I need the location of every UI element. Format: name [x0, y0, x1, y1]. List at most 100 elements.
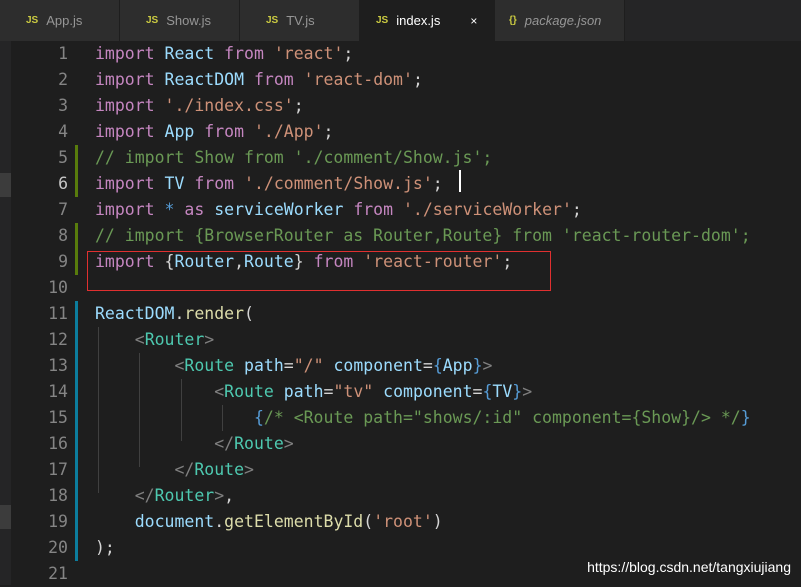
json-file-icon: {}: [509, 15, 517, 26]
identifier: React: [165, 44, 215, 63]
identifier: TV: [492, 382, 512, 401]
jsx-tag-name: Router: [145, 330, 205, 349]
jsx-tag-name: Route: [184, 356, 234, 375]
code-line-current: 6 import TV from './comment/Show.js';: [0, 171, 801, 197]
string-literal: "/": [294, 356, 324, 375]
jsx-brace: }: [473, 356, 483, 375]
tag-bracket: </: [214, 434, 234, 453]
tab-label: index.js: [396, 13, 440, 28]
punctuation: ): [433, 512, 443, 531]
identifier: ReactDOM: [95, 304, 174, 323]
code-text: import './index.css';: [95, 93, 304, 119]
git-modified-marker: [75, 327, 78, 353]
keyword: as: [184, 200, 204, 219]
string-literal: "tv": [333, 382, 373, 401]
code-text: // import {BrowserRouter as Router,Route…: [95, 223, 751, 249]
jsx-brace: }: [741, 408, 751, 427]
line-number: 2: [8, 67, 68, 93]
git-added-marker: [75, 223, 78, 249]
code-line: 7 import * as serviceWorker from './serv…: [0, 197, 801, 223]
tab-tv-js[interactable]: JS TV.js: [240, 0, 360, 41]
javascript-file-icon: JS: [26, 15, 38, 26]
code-text: <Router>: [95, 327, 214, 353]
jsx-brace: {: [482, 382, 492, 401]
line-number: 6: [8, 171, 68, 197]
keyword: import: [95, 44, 155, 63]
tag-bracket: >: [244, 460, 254, 479]
code-line: 18 </Router>,: [0, 483, 801, 509]
code-text: import * as serviceWorker from './servic…: [95, 197, 582, 223]
keyword: from: [224, 44, 264, 63]
code-line: 1 import React from 'react';: [0, 41, 801, 67]
punctuation: =: [324, 382, 334, 401]
git-modified-marker: [75, 431, 78, 457]
string-literal: './serviceWorker': [403, 200, 572, 219]
watermark-text: https://blog.csdn.net/tangxiujiang: [587, 559, 791, 575]
string-literal: './comment/Show.js': [244, 174, 433, 193]
identifier: document: [135, 512, 214, 531]
code-line: 20 );: [0, 535, 801, 561]
tag-bracket: >: [483, 356, 493, 375]
code-line: 14 <Route path="tv" component={TV}>: [0, 379, 801, 405]
tab-show-js[interactable]: JS Show.js: [120, 0, 240, 41]
comment: // import Show from './comment/Show.js';: [95, 148, 492, 167]
keyword: import: [95, 174, 155, 193]
line-number: 8: [8, 223, 68, 249]
tab-app-js[interactable]: JS App.js: [0, 0, 120, 41]
code-line: 19 document.getElementById('root'): [0, 509, 801, 535]
git-added-marker: [75, 145, 78, 171]
jsx-attribute: component: [333, 356, 422, 375]
tag-bracket: >: [204, 330, 214, 349]
line-number: 12: [8, 327, 68, 353]
punctuation: ;: [324, 122, 334, 141]
jsx-brace: {: [433, 356, 443, 375]
punctuation: (: [363, 512, 373, 531]
code-editor[interactable]: 1 import React from 'react'; 2 import Re…: [0, 41, 801, 585]
keyword: from: [254, 70, 294, 89]
jsx-tag-name: Router: [155, 486, 215, 505]
tab-label: Show.js: [166, 13, 211, 28]
identifier: ReactDOM: [165, 70, 244, 89]
tab-index-js[interactable]: JS index.js ×: [360, 0, 495, 41]
tab-label: App.js: [46, 13, 82, 28]
code-line: 3 import './index.css';: [0, 93, 801, 119]
comment: // import {BrowserRouter as Router,Route…: [95, 226, 751, 245]
line-number: 19: [8, 509, 68, 535]
jsx-tag-name: Route: [194, 460, 244, 479]
git-modified-marker: [75, 405, 78, 431]
code-text: </Router>,: [95, 483, 234, 509]
punctuation: .: [214, 512, 224, 531]
keyword: import: [95, 122, 155, 141]
line-number: 3: [8, 93, 68, 119]
line-number: 4: [8, 119, 68, 145]
punctuation: =: [423, 356, 433, 375]
code-text: import React from 'react';: [95, 41, 353, 67]
code-text: ReactDOM.render(: [95, 301, 254, 327]
tab-label: TV.js: [286, 13, 314, 28]
code-line: 12 <Router>: [0, 327, 801, 353]
punctuation: ;: [572, 200, 582, 219]
keyword: import: [95, 96, 155, 115]
identifier: App: [443, 356, 473, 375]
git-modified-marker: [75, 535, 78, 561]
git-modified-marker: [75, 509, 78, 535]
tab-package-json[interactable]: {} package.json: [495, 0, 625, 41]
close-tab-icon[interactable]: ×: [470, 14, 477, 28]
line-number: 9: [8, 249, 68, 275]
line-number: 1: [8, 41, 68, 67]
git-modified-marker: [75, 483, 78, 509]
javascript-file-icon: JS: [146, 15, 158, 26]
tag-bracket: <: [214, 382, 224, 401]
code-text: );: [95, 535, 115, 561]
punctuation: =: [473, 382, 483, 401]
punctuation: ;: [433, 174, 443, 193]
operator: *: [165, 200, 175, 219]
punctuation: ;: [343, 44, 353, 63]
code-line: 17 </Route>: [0, 457, 801, 483]
tag-bracket: >: [284, 434, 294, 453]
code-line: 8 // import {BrowserRouter as Router,Rou…: [0, 223, 801, 249]
line-number: 18: [8, 483, 68, 509]
code-text: import TV from './comment/Show.js';: [95, 171, 443, 197]
code-line: 2 import ReactDOM from 'react-dom';: [0, 67, 801, 93]
jsx-brace: }: [512, 382, 522, 401]
